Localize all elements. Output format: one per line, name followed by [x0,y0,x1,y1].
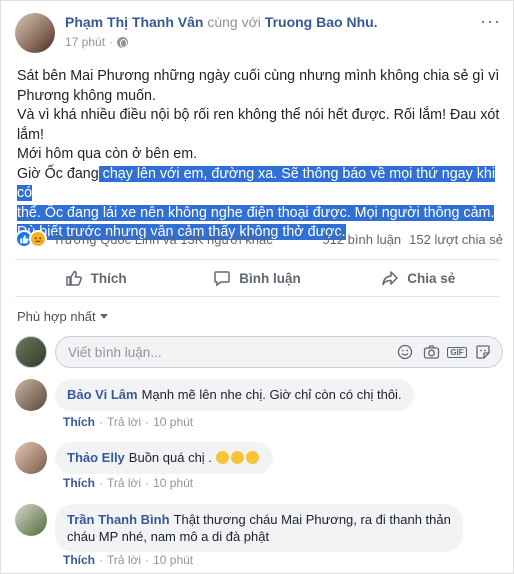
comment-bubble: Trần Thanh Bình Thật thương cháu Mai Phươ… [55,504,463,552]
caret-down-icon [99,314,108,319]
dot-separator: · [145,415,150,429]
sad-reaction-icon[interactable] [29,230,47,248]
comment-text: Buồn quá chị . [128,450,212,465]
current-user-avatar[interactable] [15,336,47,368]
selected-text-2: thể. Ốc đang lái xe nên không nghe điện … [17,204,495,221]
post-body: Sát bên Mai Phương những ngày cuối cùng … [17,67,507,243]
comment-time[interactable]: 10 phút [153,415,193,429]
comment-composer: GIF [15,335,503,369]
comment-filter-label: Phù hợp nhất [17,309,96,324]
pensive-emoji-icon [245,451,259,464]
comment-time[interactable]: 10 phút [153,553,193,567]
camera-icon[interactable] [422,343,440,361]
comment-box: GIF [55,336,503,368]
reaction-names[interactable]: Trương Quốc Linh và 13K người khác [53,232,273,247]
dot-separator: · [99,415,103,429]
with-text: cùng với [207,14,261,30]
like-label: Thích [90,270,127,286]
comment-text-line-1: Thật thương cháu Mai Phương, ra đi thanh… [173,512,451,527]
comment-text-line-2: cháu MP nhé, nam mô a di đà phật [67,529,270,544]
comment-text: Mạnh mẽ lên nhe chị. Giờ chỉ còn có chị … [141,387,402,402]
comment-filter[interactable]: Phù hợp nhất [17,309,108,324]
commenter-avatar[interactable] [15,442,47,474]
post-header-text: Phạm Thị Thanh Vân cùng với Truong Bao N… [65,13,378,57]
author-line: Phạm Thị Thanh Vân cùng với Truong Bao N… [65,13,378,31]
post-stats: 512 bình luận 152 lượt chia sẻ [322,232,503,247]
comment-reply-link[interactable]: Trả lời [107,476,141,490]
author-avatar[interactable] [15,13,55,53]
reactions-bar: Trương Quốc Linh và 13K người khác 512 b… [15,229,503,249]
dot-separator: · [109,35,114,49]
share-label: Chia sẻ [407,270,456,286]
comment-icon [214,271,230,287]
author-name[interactable]: Phạm Thị Thanh Vân [65,14,203,30]
comment-button[interactable]: Bình luận [176,260,337,296]
comment-label: Bình luận [239,270,301,286]
comment-actions: Thích · Trả lời · 10 phút [63,553,193,567]
gif-icon[interactable]: GIF [447,343,467,361]
comment-like-link[interactable]: Thích [63,476,95,490]
dot-separator: · [99,476,103,490]
commenter-name[interactable]: Bảo Vi Lâm [67,387,138,402]
commenter-avatar[interactable] [15,379,47,411]
commenter-name[interactable]: Thảo Elly [67,450,125,465]
commenter-name[interactable]: Trần Thanh Bình [67,512,170,527]
comment-reply-link[interactable]: Trả lời [107,553,141,567]
comment-bubble: Thảo Elly Buồn quá chị . [55,442,273,474]
comment-bubble: Bảo Vi Lâm Mạnh mẽ lên nhe chị. Giờ chỉ c… [55,379,414,411]
facebook-post: Phạm Thị Thanh Vân cùng với Truong Bao N… [0,0,514,574]
post-time[interactable]: 17 phút [65,35,105,49]
share-button[interactable]: Chia sẻ [338,260,499,296]
pensive-emoji-icon [230,451,244,464]
like-button[interactable]: Thích [15,260,176,296]
gif-glyph: GIF [447,346,467,358]
comment-item: Trần Thanh Bình Thật thương cháu Mai Phươ… [15,504,463,552]
dot-separator: · [99,553,103,567]
composer-icons: GIF [396,343,492,361]
post-paragraph-2: Và vì khá nhiều điều nội bộ rối ren khôn… [17,107,500,143]
comment-count[interactable]: 512 bình luận [322,232,401,247]
comment-input[interactable] [68,344,396,360]
globe-icon[interactable] [117,36,129,48]
tagged-name[interactable]: Truong Bao Nhu. [265,14,378,30]
share-icon [382,271,399,286]
pensive-emoji-icon [215,451,229,464]
dot-separator: · [145,553,150,567]
share-count[interactable]: 152 lượt chia sẻ [409,232,503,247]
post-actions: Thích Bình luận Chia sẻ [15,259,499,297]
sticker-icon[interactable] [474,343,492,361]
comment-item: Thảo Elly Buồn quá chị . [15,442,273,474]
comment-actions: Thích · Trả lời · 10 phút [63,415,193,429]
comment-like-link[interactable]: Thích [63,553,95,567]
commenter-avatar[interactable] [15,504,47,536]
comment-actions: Thích · Trả lời · 10 phút [63,476,193,490]
emoji-icon[interactable] [396,343,414,361]
comment-item: Bảo Vi Lâm Mạnh mẽ lên nhe chị. Giờ chỉ c… [15,379,414,411]
comment-reply-link[interactable]: Trả lời [107,415,141,429]
post-paragraph-3: Mới hôm qua còn ở bên em. [17,146,198,162]
post-header: Phạm Thị Thanh Vân cùng với Truong Bao N… [15,13,378,57]
dot-separator: · [145,476,150,490]
post-paragraph-1: Sát bên Mai Phương những ngày cuối cùng … [17,68,500,104]
thumbs-up-icon [65,270,82,286]
comment-like-link[interactable]: Thích [63,415,95,429]
post-meta: 17 phút · [65,35,378,49]
comment-time[interactable]: 10 phút [153,476,193,490]
more-options-icon[interactable]: ··· [480,11,501,32]
para4-prefix: Giờ Ốc đang [17,165,99,182]
